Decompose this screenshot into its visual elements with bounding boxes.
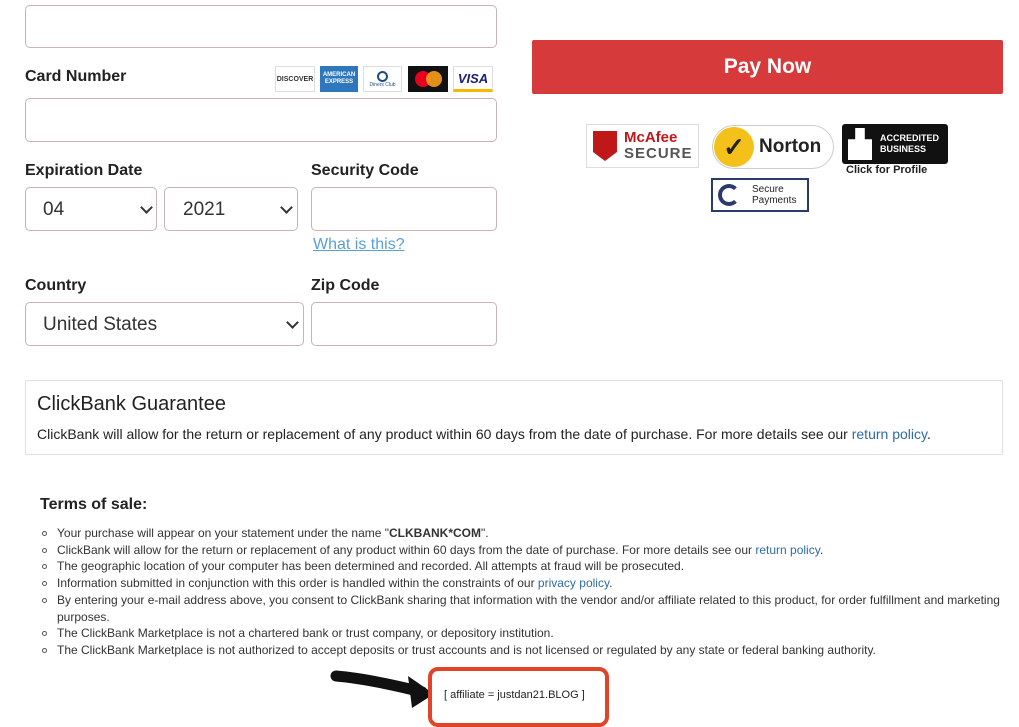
- arrow-annotation-icon: [330, 670, 434, 708]
- card-number-input[interactable]: [25, 98, 497, 142]
- zip-code-label: Zip Code: [311, 277, 380, 294]
- exp-year-select[interactable]: 2021: [164, 187, 298, 231]
- terms-title: Terms of sale:: [40, 496, 148, 513]
- amex-card-icon: AMERICAN EXPRESS: [320, 66, 358, 92]
- guarantee-box: ClickBank Guarantee ClickBank will allow…: [25, 380, 1003, 455]
- pay-now-button[interactable]: Pay Now: [532, 40, 1003, 94]
- discover-card-icon: DISCOVER: [275, 66, 315, 92]
- list-item: ClickBank will allow for the return or r…: [42, 542, 1007, 559]
- terms-list: Your purchase will appear on your statem…: [40, 525, 1007, 659]
- country-label: Country: [25, 277, 87, 294]
- norton-badge[interactable]: ✓ Norton: [712, 125, 834, 169]
- exp-month-value: 04: [43, 199, 65, 220]
- what-is-this-link[interactable]: What is this?: [313, 236, 405, 254]
- affiliate-highlight-box: [ affiliate = justdan21.BLOG ]: [428, 667, 609, 727]
- mcafee-shield-icon: [593, 131, 617, 161]
- return-policy-link[interactable]: return policy: [755, 543, 819, 557]
- bbb-click-for-profile[interactable]: Click for Profile: [846, 164, 927, 176]
- card-number-label: Card Number: [25, 68, 127, 85]
- secure-payments-badge[interactable]: Secure Payments: [711, 178, 809, 212]
- list-item: Information submitted in conjunction wit…: [42, 575, 1007, 592]
- security-code-input[interactable]: [311, 187, 497, 231]
- privacy-policy-link[interactable]: privacy policy: [538, 576, 609, 590]
- chevron-down-icon: [286, 316, 299, 329]
- list-item: The ClickBank Marketplace is not authori…: [42, 642, 1007, 659]
- list-item: The geographic location of your computer…: [42, 558, 1007, 575]
- zip-code-input[interactable]: [311, 302, 497, 346]
- secure-payments-c-icon: [718, 184, 740, 206]
- list-item: By entering your e-mail address above, y…: [42, 592, 1007, 625]
- bbb-torch-icon: [848, 128, 872, 160]
- email-field[interactable]: [25, 5, 497, 48]
- exp-year-value: 2021: [183, 199, 226, 220]
- mastercard-card-icon: [408, 66, 448, 92]
- country-value: United States: [43, 314, 158, 335]
- chevron-down-icon: [280, 201, 293, 214]
- mcafee-secure-badge[interactable]: McAfee SECURE: [586, 124, 699, 168]
- guarantee-title: ClickBank Guarantee: [37, 393, 226, 415]
- mastercard-orange-circle: [425, 71, 442, 87]
- guarantee-text: ClickBank will allow for the return or r…: [37, 426, 931, 442]
- diners-logo-icon: [377, 70, 388, 82]
- list-item: The ClickBank Marketplace is not a chart…: [42, 625, 1007, 642]
- bbb-accredited-badge[interactable]: ACCREDITED BUSINESS: [842, 124, 948, 164]
- expiration-date-label: Expiration Date: [25, 162, 143, 179]
- norton-check-icon: ✓: [714, 127, 754, 167]
- visa-card-icon: VISA: [453, 66, 493, 92]
- mcafee-text: McAfee SECURE: [624, 129, 693, 162]
- affiliate-text: [ affiliate = justdan21.BLOG ]: [444, 689, 585, 701]
- security-code-label: Security Code: [311, 162, 419, 179]
- country-select[interactable]: United States: [25, 302, 304, 346]
- list-item: Your purchase will appear on your statem…: [42, 525, 1007, 542]
- bbb-text: ACCREDITED BUSINESS: [880, 133, 940, 154]
- exp-month-select[interactable]: 04: [25, 187, 157, 231]
- chevron-down-icon: [140, 201, 153, 214]
- diners-club-card-icon: Diners Club: [363, 66, 402, 92]
- secure-payments-text: Secure Payments: [752, 184, 797, 206]
- return-policy-link[interactable]: return policy: [852, 426, 927, 442]
